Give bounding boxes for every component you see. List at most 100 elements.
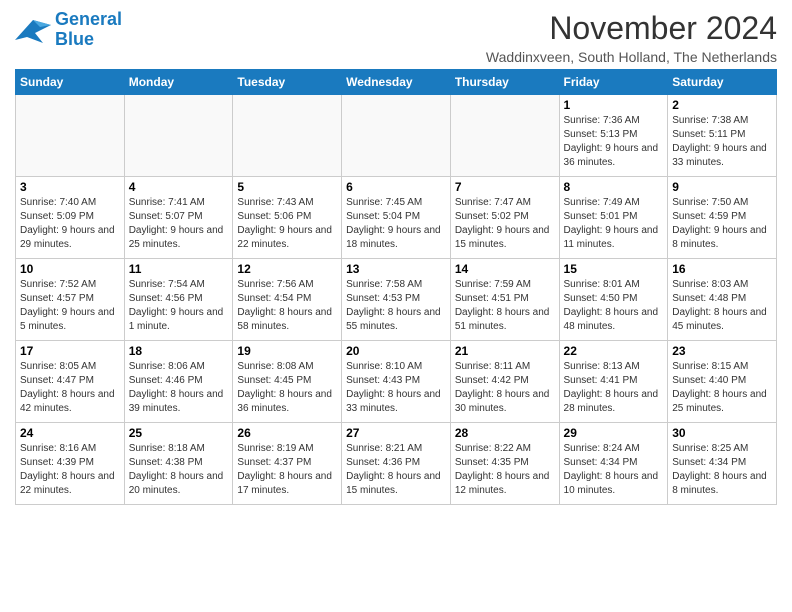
calendar-cell: 1 Sunrise: 7:36 AMSunset: 5:13 PMDaylight… [559,95,668,177]
day-info: Sunrise: 8:06 AMSunset: 4:46 PMDaylight:… [129,360,229,416]
calendar-cell: 14 Sunrise: 7:59 AMSunset: 4:51 PMDayligh… [450,259,559,341]
calendar-cell: 21 Sunrise: 8:11 AMSunset: 4:42 PMDayligh… [450,341,559,423]
calendar-cell: 9 Sunrise: 7:50 AMSunset: 4:59 PMDaylight… [668,177,777,259]
day-number: 21 [455,344,555,358]
calendar-cell: 25 Sunrise: 8:18 AMSunset: 4:38 PMDayligh… [124,423,233,505]
calendar-header-saturday: Saturday [668,70,777,95]
calendar-cell [124,95,233,177]
calendar-cell: 3Sunrise: 7:40 AMSunset: 5:09 PMDaylight… [16,177,125,259]
day-info: Sunrise: 8:08 AMSunset: 4:45 PMDaylight:… [237,360,337,416]
day-number: 12 [237,262,337,276]
day-number: 9 [672,180,772,194]
day-number: 8 [564,180,664,194]
calendar-header-sunday: Sunday [16,70,125,95]
day-info: Sunrise: 7:41 AMSunset: 5:07 PMDaylight:… [129,196,229,252]
day-number: 25 [129,426,229,440]
day-info: Sunrise: 7:45 AMSunset: 5:04 PMDaylight:… [346,196,446,252]
day-info: Sunrise: 8:22 AMSunset: 4:35 PMDaylight:… [455,442,555,498]
day-number: 30 [672,426,772,440]
day-info: Sunrise: 7:47 AMSunset: 5:02 PMDaylight:… [455,196,555,252]
day-number: 4 [129,180,229,194]
calendar-cell [16,95,125,177]
calendar-cell: 30Sunrise: 8:25 AMSunset: 4:34 PMDayligh… [668,423,777,505]
calendar-cell: 17 Sunrise: 8:05 AMSunset: 4:47 PMDayligh… [16,341,125,423]
calendar-cell: 19 Sunrise: 8:08 AMSunset: 4:45 PMDayligh… [233,341,342,423]
calendar-cell: 26 Sunrise: 8:19 AMSunset: 4:37 PMDayligh… [233,423,342,505]
day-number: 13 [346,262,446,276]
calendar-header-thursday: Thursday [450,70,559,95]
day-info: Sunrise: 8:24 AMSunset: 4:34 PMDaylight:… [564,442,664,498]
calendar-cell: 20 Sunrise: 8:10 AMSunset: 4:43 PMDayligh… [342,341,451,423]
calendar-cell: 22 Sunrise: 8:13 AMSunset: 4:41 PMDayligh… [559,341,668,423]
day-info: Sunrise: 8:11 AMSunset: 4:42 PMDaylight:… [455,360,555,416]
day-info: Sunrise: 8:05 AMSunset: 4:47 PMDaylight:… [20,360,120,416]
day-number: 18 [129,344,229,358]
calendar-cell [233,95,342,177]
day-number: 27 [346,426,446,440]
day-number: 24 [20,426,120,440]
day-number: 7 [455,180,555,194]
day-info: Sunrise: 7:56 AMSunset: 4:54 PMDaylight:… [237,278,337,334]
calendar-cell: 13Sunrise: 7:58 AMSunset: 4:53 PMDayligh… [342,259,451,341]
logo-text: General Blue [55,10,122,50]
day-number: 28 [455,426,555,440]
day-number: 19 [237,344,337,358]
calendar-cell: 16 Sunrise: 8:03 AMSunset: 4:48 PMDayligh… [668,259,777,341]
day-number: 20 [346,344,446,358]
day-info: Sunrise: 7:36 AMSunset: 5:13 PMDaylight:… [564,114,664,170]
calendar-cell: 28 Sunrise: 8:22 AMSunset: 4:35 PMDayligh… [450,423,559,505]
day-number: 10 [20,262,120,276]
calendar-cell: 8 Sunrise: 7:49 AMSunset: 5:01 PMDaylight… [559,177,668,259]
day-number: 22 [564,344,664,358]
calendar: SundayMondayTuesdayWednesdayThursdayFrid… [15,69,777,505]
day-info: Sunrise: 8:03 AMSunset: 4:48 PMDaylight:… [672,278,772,334]
day-info: Sunrise: 8:19 AMSunset: 4:37 PMDaylight:… [237,442,337,498]
calendar-cell: 24Sunrise: 8:16 AMSunset: 4:39 PMDayligh… [16,423,125,505]
calendar-header-friday: Friday [559,70,668,95]
day-number: 6 [346,180,446,194]
calendar-header-monday: Monday [124,70,233,95]
day-number: 5 [237,180,337,194]
month-title: November 2024 [486,10,777,47]
day-info: Sunrise: 8:13 AMSunset: 4:41 PMDaylight:… [564,360,664,416]
day-number: 1 [564,98,664,112]
day-number: 26 [237,426,337,440]
logo-icon [15,15,51,45]
calendar-cell: 12 Sunrise: 7:56 AMSunset: 4:54 PMDayligh… [233,259,342,341]
day-info: Sunrise: 7:43 AMSunset: 5:06 PMDaylight:… [237,196,337,252]
title-area: November 2024 Waddinxveen, South Holland… [486,10,777,65]
calendar-cell: 29Sunrise: 8:24 AMSunset: 4:34 PMDayligh… [559,423,668,505]
location: Waddinxveen, South Holland, The Netherla… [486,49,777,65]
day-number: 3 [20,180,120,194]
calendar-cell [342,95,451,177]
calendar-cell: 5 Sunrise: 7:43 AMSunset: 5:06 PMDaylight… [233,177,342,259]
day-number: 16 [672,262,772,276]
calendar-week-5: 24Sunrise: 8:16 AMSunset: 4:39 PMDayligh… [16,423,777,505]
calendar-header-tuesday: Tuesday [233,70,342,95]
calendar-cell: 27Sunrise: 8:21 AMSunset: 4:36 PMDayligh… [342,423,451,505]
calendar-cell: 23Sunrise: 8:15 AMSunset: 4:40 PMDayligh… [668,341,777,423]
calendar-cell [450,95,559,177]
calendar-cell: 11 Sunrise: 7:54 AMSunset: 4:56 PMDayligh… [124,259,233,341]
day-number: 11 [129,262,229,276]
day-number: 15 [564,262,664,276]
calendar-cell: 7 Sunrise: 7:47 AMSunset: 5:02 PMDaylight… [450,177,559,259]
day-info: Sunrise: 7:54 AMSunset: 4:56 PMDaylight:… [129,278,229,334]
day-info: Sunrise: 7:59 AMSunset: 4:51 PMDaylight:… [455,278,555,334]
day-info: Sunrise: 7:52 AMSunset: 4:57 PMDaylight:… [20,278,120,334]
day-number: 23 [672,344,772,358]
day-info: Sunrise: 8:18 AMSunset: 4:38 PMDaylight:… [129,442,229,498]
day-info: Sunrise: 7:49 AMSunset: 5:01 PMDaylight:… [564,196,664,252]
day-info: Sunrise: 7:38 AMSunset: 5:11 PMDaylight:… [672,114,772,170]
day-info: Sunrise: 8:10 AMSunset: 4:43 PMDaylight:… [346,360,446,416]
calendar-week-1: 1 Sunrise: 7:36 AMSunset: 5:13 PMDaylight… [16,95,777,177]
day-number: 17 [20,344,120,358]
day-number: 14 [455,262,555,276]
calendar-week-4: 17 Sunrise: 8:05 AMSunset: 4:47 PMDayligh… [16,341,777,423]
day-info: Sunrise: 7:50 AMSunset: 4:59 PMDaylight:… [672,196,772,252]
calendar-cell: 6 Sunrise: 7:45 AMSunset: 5:04 PMDaylight… [342,177,451,259]
day-number: 2 [672,98,772,112]
calendar-header-wednesday: Wednesday [342,70,451,95]
day-info: Sunrise: 8:01 AMSunset: 4:50 PMDaylight:… [564,278,664,334]
logo: General Blue [15,10,122,50]
